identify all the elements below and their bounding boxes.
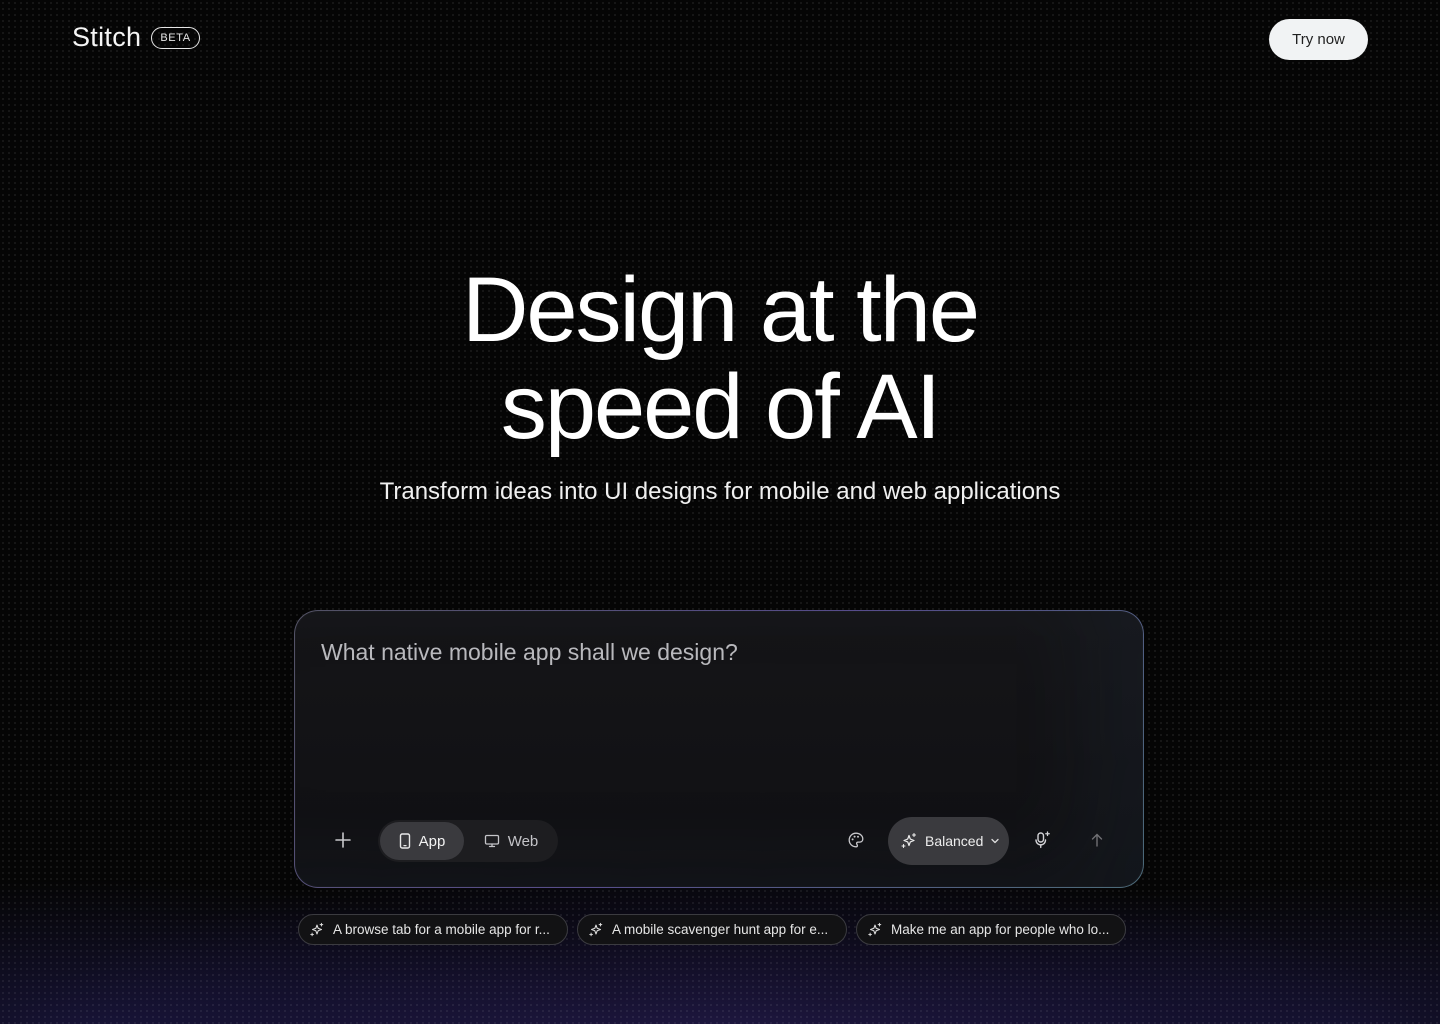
send-button[interactable] [1082, 825, 1112, 855]
suggestion-chip-label: A mobile scavenger hunt app for e... [612, 922, 829, 937]
mode-web-label: Web [507, 832, 539, 850]
model-select-button[interactable]: Balanced [888, 817, 1009, 865]
add-attachment-button[interactable] [327, 824, 359, 856]
monitor-icon [484, 834, 500, 848]
logo-text: Stitch [72, 22, 142, 52]
plus-icon [334, 831, 352, 849]
try-now-button[interactable]: Try now [1269, 19, 1368, 60]
suggestion-chip[interactable]: A browse tab for a mobile app for r... [298, 914, 568, 945]
arrow-up-icon [1089, 832, 1105, 848]
suggestion-chip[interactable]: A mobile scavenger hunt app for e... [577, 914, 847, 945]
suggestion-chip-label: Make me an app for people who lo... [891, 922, 1110, 937]
mode-app-label: App [418, 832, 446, 850]
platform-toggle: App Web [378, 820, 558, 862]
chevron-down-icon [990, 836, 1000, 846]
theme-button[interactable] [841, 825, 871, 855]
suggestion-chip-label: A browse tab for a mobile app for r... [333, 922, 550, 937]
prompt-input[interactable] [319, 637, 1113, 791]
voice-input-button[interactable] [1027, 825, 1057, 855]
smartphone-icon [399, 833, 411, 849]
sparkle-icon [900, 832, 918, 850]
mode-web-button[interactable]: Web [464, 822, 558, 860]
hero-title-line-2: speed of AI [500, 356, 941, 458]
sparkle-icon [867, 922, 883, 938]
mic-sparkle-icon [1032, 830, 1052, 850]
palette-icon [847, 831, 865, 849]
mode-app-button[interactable]: App [380, 822, 464, 860]
prompt-box: App Web [294, 610, 1144, 888]
landing-page: Stitch BETA Try now Design at the speed … [0, 0, 1440, 1024]
suggestion-chips: A browse tab for a mobile app for r... A… [298, 914, 1126, 945]
sparkle-icon [309, 922, 325, 938]
sparkle-icon [588, 922, 604, 938]
model-select-label: Balanced [925, 833, 984, 849]
hero-title-line-1: Design at the [461, 259, 980, 361]
hero-subtitle: Transform ideas into UI designs for mobi… [379, 478, 1061, 505]
hero-title: Design at the speed of AI [0, 262, 1440, 456]
logo[interactable]: Stitch BETA [72, 22, 200, 53]
beta-badge: BETA [151, 26, 200, 49]
suggestion-chip[interactable]: Make me an app for people who lo... [856, 914, 1126, 945]
